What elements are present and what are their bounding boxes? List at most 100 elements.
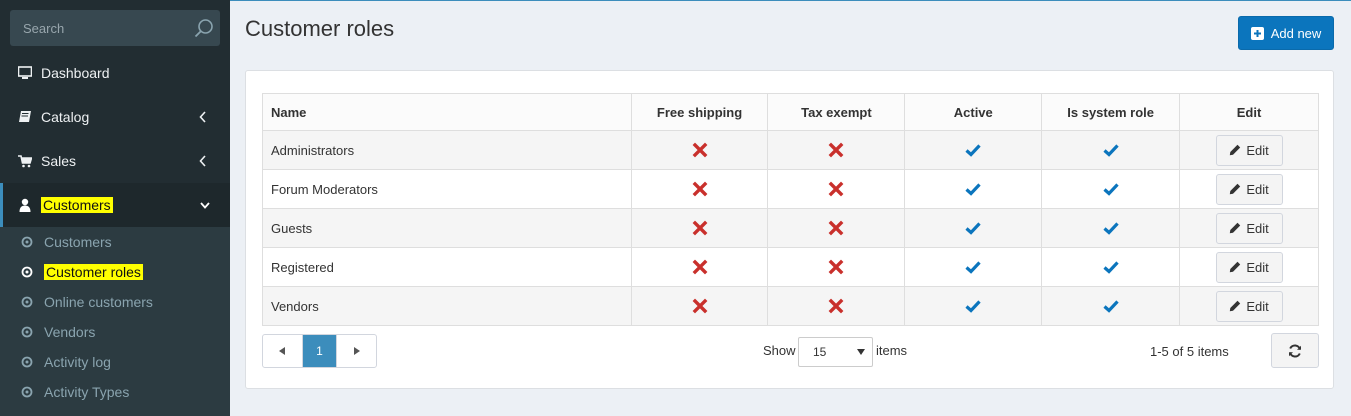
free-shipping-cell	[630, 286, 769, 326]
cross-icon	[828, 298, 844, 314]
caret-down-icon	[857, 349, 865, 355]
cross-icon	[828, 181, 844, 197]
page-button-current[interactable]: 1	[303, 335, 336, 367]
table-row: Guests Edit	[262, 208, 1319, 248]
free-shipping-cell	[630, 169, 769, 209]
next-page-button[interactable]	[336, 335, 376, 367]
page-size-value: 15	[813, 345, 827, 359]
submenu-item-customer-roles[interactable]: Customer roles	[0, 257, 230, 287]
check-icon	[1103, 142, 1119, 158]
sidebar-item-label: Catalog	[41, 109, 90, 125]
chevron-left-icon	[199, 111, 206, 123]
submenu-item-label: Activity Types	[44, 384, 130, 400]
sidebar-item-label: Customers	[41, 197, 113, 213]
tax-exempt-cell	[767, 286, 906, 326]
active-cell	[904, 286, 1043, 326]
tax-exempt-cell	[767, 169, 906, 209]
sidebar: Dashboard Catalog Sales Customers Custom…	[0, 0, 230, 416]
role-name: Administrators	[262, 130, 632, 170]
submenu-item-label: Online customers	[44, 294, 153, 310]
column-header-free-shipping[interactable]: Free shipping	[630, 93, 769, 131]
edit-cell: Edit	[1179, 130, 1319, 170]
page-size-select[interactable]: 15	[798, 337, 873, 367]
submenu-item-activity-types[interactable]: Activity Types	[0, 377, 230, 407]
add-new-button[interactable]: Add new	[1238, 16, 1334, 50]
check-icon	[965, 298, 981, 314]
circle-icon	[21, 326, 33, 338]
tax-exempt-cell	[767, 208, 906, 248]
edit-button[interactable]: Edit	[1215, 290, 1283, 322]
edit-cell: Edit	[1179, 208, 1319, 248]
refresh-button[interactable]	[1271, 333, 1319, 368]
free-shipping-cell	[630, 130, 769, 170]
submenu-item-label: Customer roles	[44, 264, 143, 280]
table-row: Registered Edit	[262, 247, 1319, 287]
chevron-down-icon	[200, 202, 210, 209]
triangle-left-icon	[279, 347, 285, 355]
active-cell	[904, 208, 1043, 248]
plus-square-icon	[1250, 26, 1264, 40]
cross-icon	[828, 259, 844, 275]
check-icon	[1103, 298, 1119, 314]
top-accent-line	[230, 0, 1351, 1]
items-count: 1-5 of 5 items	[1150, 344, 1229, 359]
sidebar-item-catalog[interactable]: Catalog	[0, 95, 230, 139]
submenu-item-label: Activity log	[44, 354, 111, 370]
edit-label: Edit	[1246, 298, 1269, 314]
search-box	[10, 10, 220, 46]
tax-exempt-cell	[767, 130, 906, 170]
customers-submenu: Customers Customer roles Online customer…	[0, 227, 230, 416]
free-shipping-cell	[630, 208, 769, 248]
user-icon	[18, 198, 32, 212]
edit-label: Edit	[1246, 259, 1269, 275]
column-header-edit: Edit	[1179, 93, 1319, 131]
circle-icon	[21, 236, 33, 248]
check-icon	[1103, 181, 1119, 197]
table-row: Forum Moderators Edit	[262, 169, 1319, 209]
submenu-item-online-customers[interactable]: Online customers	[0, 287, 230, 317]
column-header-is-system-role[interactable]: Is system role	[1041, 93, 1181, 131]
edit-button[interactable]: Edit	[1215, 212, 1283, 244]
submenu-item-vendors[interactable]: Vendors	[0, 317, 230, 347]
previous-page-button[interactable]	[263, 335, 303, 367]
refresh-icon	[1289, 343, 1301, 358]
submenu-item-label: Vendors	[44, 324, 96, 340]
active-cell	[904, 169, 1043, 209]
check-icon	[1103, 259, 1119, 275]
chevron-left-icon	[199, 155, 206, 167]
sidebar-item-sales[interactable]: Sales	[0, 139, 230, 183]
edit-button[interactable]: Edit	[1215, 251, 1283, 283]
check-icon	[965, 220, 981, 236]
role-name: Vendors	[262, 286, 632, 326]
search-icon[interactable]	[194, 18, 214, 38]
show-label: Show	[763, 343, 796, 358]
sidebar-item-customers[interactable]: Customers	[0, 183, 230, 227]
pencil-icon	[1230, 183, 1241, 195]
column-header-name[interactable]: Name	[262, 93, 632, 131]
pagination: 1	[262, 334, 377, 368]
active-cell	[904, 130, 1043, 170]
check-icon	[965, 181, 981, 197]
check-icon	[965, 259, 981, 275]
system-role-cell	[1041, 130, 1181, 170]
cart-icon	[18, 154, 32, 168]
edit-button[interactable]: Edit	[1215, 134, 1283, 166]
table-header-row: Name Free shipping Tax exempt Active Is …	[262, 93, 1319, 131]
tax-exempt-cell	[767, 247, 906, 287]
cross-icon	[692, 220, 708, 236]
edit-button[interactable]: Edit	[1215, 173, 1283, 205]
role-name: Guests	[262, 208, 632, 248]
submenu-item-activity-log[interactable]: Activity log	[0, 347, 230, 377]
column-header-active[interactable]: Active	[904, 93, 1043, 131]
circle-icon	[21, 296, 33, 308]
edit-cell: Edit	[1179, 247, 1319, 287]
active-cell	[904, 247, 1043, 287]
search-input[interactable]	[10, 10, 190, 46]
sidebar-item-dashboard[interactable]: Dashboard	[0, 51, 230, 95]
table-row: Vendors Edit	[262, 286, 1319, 326]
submenu-item-customers[interactable]: Customers	[0, 227, 230, 257]
pencil-icon	[1230, 222, 1241, 234]
column-header-tax-exempt[interactable]: Tax exempt	[767, 93, 906, 131]
edit-cell: Edit	[1179, 286, 1319, 326]
sidebar-item-label: Sales	[41, 153, 77, 169]
